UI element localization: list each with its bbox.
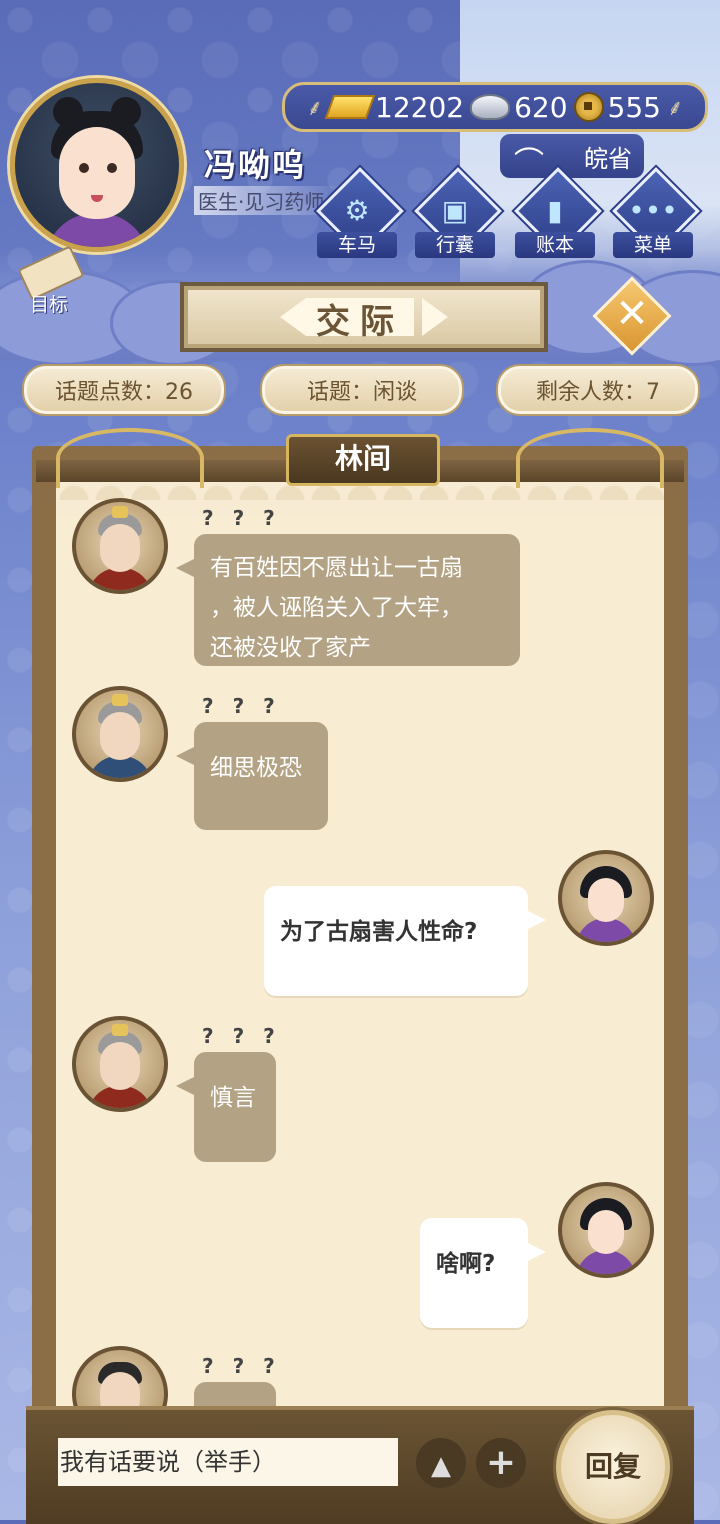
ledger-icon: ▮ bbox=[547, 194, 563, 227]
nav-menu-label: 菜单 bbox=[613, 232, 693, 258]
message-line: 为了古扇害人性命? bbox=[280, 919, 478, 945]
silver-amount: 620 bbox=[514, 90, 568, 124]
gold-amount: 12202 bbox=[375, 90, 465, 124]
rabbit-icon: ▲ bbox=[431, 1451, 451, 1481]
topic-stat: 话题：闲谈 bbox=[260, 364, 464, 416]
scene-title-banner: 交际 bbox=[180, 282, 548, 352]
message-line: 慎言 bbox=[210, 1085, 256, 1111]
speaker-name: ? ? ? bbox=[202, 506, 281, 530]
region-button[interactable]: ⌒ 皖省 bbox=[500, 134, 644, 181]
npc-avatar[interactable] bbox=[72, 498, 168, 594]
remaining-stat: 剩余人数：7 bbox=[496, 364, 700, 416]
topic-points-stat: 话题点数：26 bbox=[22, 364, 226, 416]
add-button[interactable]: + bbox=[476, 1438, 526, 1488]
close-icon[interactable]: ✕ bbox=[604, 290, 660, 338]
reply-button[interactable]: 回复 bbox=[556, 1410, 670, 1524]
nav-menu[interactable]: ••• 菜单 bbox=[608, 167, 700, 258]
message-line: 啥啊? bbox=[436, 1251, 496, 1277]
message-bubble: 为了古扇害人性命? bbox=[264, 886, 546, 996]
speaker-name: ? ? ? bbox=[202, 1354, 281, 1378]
speaker-name: ? ? ? bbox=[202, 1024, 281, 1048]
bamboo-icon: ⸙ bbox=[666, 96, 684, 121]
message-bubble: 细思极恐 bbox=[176, 722, 328, 830]
nav-carriage-label: 车马 bbox=[317, 232, 397, 258]
scene-title: 交际 bbox=[316, 302, 404, 342]
nav-bag[interactable]: ▣ 行囊 bbox=[410, 167, 502, 258]
plus-icon: + bbox=[485, 1442, 517, 1483]
bag-icon: ▣ bbox=[441, 194, 469, 227]
tea-bowl-icon: ⌒ bbox=[514, 146, 544, 181]
message-input[interactable]: 我有话要说（举手） bbox=[58, 1438, 398, 1486]
nav-carriage[interactable]: ⚙ 车马 bbox=[312, 167, 404, 258]
bamboo-icon: ⸙ bbox=[306, 96, 323, 121]
location-label: 林间 bbox=[286, 434, 440, 486]
message-bubble: 有百姓因不愿出让一古扇 ，被人诬陷关入了大牢， 还被没收了家产 bbox=[176, 534, 520, 666]
region-label: 皖省 bbox=[584, 144, 632, 173]
emote-button[interactable]: ▲ bbox=[416, 1438, 466, 1488]
message-bubble: 慎言 bbox=[176, 1052, 276, 1162]
copper-amount: 555 bbox=[607, 90, 661, 124]
currency-bar: ⸙ 12202 620 555 ⸙ bbox=[282, 82, 708, 132]
nav-ledger[interactable]: ▮ 账本 bbox=[510, 167, 602, 258]
speaker-name: ? ? ? bbox=[202, 694, 281, 718]
message-bubble: 啥啊? bbox=[420, 1218, 546, 1328]
gold-ingot-icon bbox=[324, 95, 376, 119]
silver-ingot-icon bbox=[470, 94, 511, 120]
goal-label: 目标 bbox=[29, 294, 68, 316]
player-avatar[interactable] bbox=[10, 78, 184, 252]
message-line: 有百姓因不愿出让一古扇 bbox=[210, 555, 463, 581]
menu-dots-icon: ••• bbox=[628, 194, 678, 227]
carriage-icon: ⚙ bbox=[344, 194, 370, 227]
player-chat-avatar[interactable] bbox=[558, 1182, 654, 1278]
player-chat-avatar[interactable] bbox=[558, 850, 654, 946]
nav-ledger-label: 账本 bbox=[515, 232, 595, 258]
npc-avatar[interactable] bbox=[72, 1016, 168, 1112]
copper-coin-icon bbox=[573, 92, 604, 122]
goal-button[interactable]: 目标 bbox=[14, 245, 85, 316]
player-name: 冯呦呜 bbox=[204, 146, 307, 184]
message-line: 细思极恐 bbox=[210, 755, 302, 781]
message-line: 还被没收了家产 bbox=[210, 635, 371, 661]
npc-avatar[interactable] bbox=[72, 686, 168, 782]
message-line: ，被人诬陷关入了大牢， bbox=[210, 595, 463, 621]
nav-bag-label: 行囊 bbox=[415, 232, 495, 258]
